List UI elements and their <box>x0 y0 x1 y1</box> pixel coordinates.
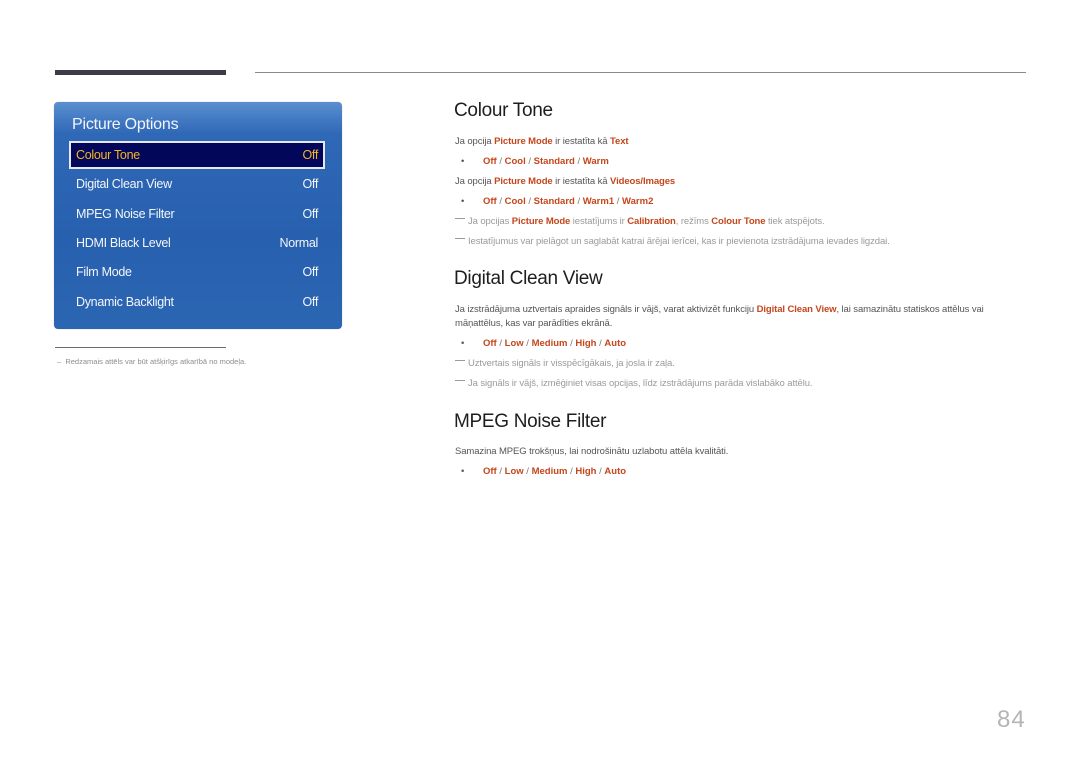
digital-clean-view-description: Ja izstrādājuma uztvertais apraides sign… <box>455 304 984 315</box>
menu-item-mpeg-noise-filter[interactable]: MPEG Noise Filter Off <box>70 201 324 227</box>
footnote-divider <box>55 347 226 348</box>
menu-item-value: Off <box>302 148 318 162</box>
header-rule-thin <box>255 72 1026 73</box>
digital-clean-view-note-signal: Uztvertais signāls ir visspēcīgākais, ja… <box>455 358 675 369</box>
page-number: 84 <box>997 706 1026 733</box>
menu-item-value: Normal <box>279 236 319 250</box>
menu-item-label: Digital Clean View <box>76 177 172 191</box>
section-title-colour-tone: Colour Tone <box>454 100 553 121</box>
digital-clean-view-options: • Off / Low / Medium / High / Auto <box>461 338 627 349</box>
menu-item-value: Off <box>302 295 318 309</box>
section-title-digital-clean-view: Digital Clean View <box>454 268 603 289</box>
colour-tone-text-mode-line: Ja opcija Picture Mode ir iestatīta kā T… <box>455 136 629 147</box>
menu-item-dynamic-backlight[interactable]: Dynamic Backlight Off <box>70 289 324 315</box>
digital-clean-view-note-weak: Ja signāls ir vājš, izmēģiniet visas opc… <box>455 378 813 389</box>
menu-item-hdmi-black-level[interactable]: HDMI Black Level Normal <box>70 230 324 256</box>
colour-tone-note-devices: Iestatījumus var pielāgot un saglabāt ka… <box>455 236 890 247</box>
menu-item-label: Colour Tone <box>76 148 140 162</box>
digital-clean-view-description-line2: māņattēlus, kas var parādīties ekrānā. <box>455 318 613 329</box>
menu-item-digital-clean-view[interactable]: Digital Clean View Off <box>70 171 324 197</box>
menu-item-value: Off <box>302 177 318 191</box>
colour-tone-options-video: • Off / Cool / Standard / Warm1 / Warm2 <box>461 196 654 207</box>
section-title-mpeg-noise-filter: MPEG Noise Filter <box>454 411 607 432</box>
colour-tone-note-calibration: Ja opcijas Picture Mode iestatījums ir C… <box>455 216 825 227</box>
colour-tone-options-text: • Off / Cool / Standard / Warm <box>461 156 609 167</box>
menu-title: Picture Options <box>72 116 179 133</box>
menu-item-value: Off <box>302 207 318 221</box>
colour-tone-video-mode-line: Ja opcija Picture Mode ir iestatīta kā V… <box>455 176 676 187</box>
footnote: – Redzamais attēls var būt atšķirīgs atk… <box>57 357 247 366</box>
menu-item-label: Dynamic Backlight <box>76 295 174 309</box>
header-rule-thick <box>55 70 226 75</box>
menu-item-value: Off <box>302 265 318 279</box>
menu-item-label: MPEG Noise Filter <box>76 207 175 221</box>
menu-item-film-mode[interactable]: Film Mode Off <box>70 259 324 285</box>
mpeg-noise-filter-description: Samazina MPEG trokšņus, lai nodrošinātu … <box>455 446 729 457</box>
menu-item-label: Film Mode <box>76 265 132 279</box>
menu-item-label: HDMI Black Level <box>76 236 171 250</box>
mpeg-noise-filter-options: • Off / Low / Medium / High / Auto <box>461 466 627 477</box>
picture-options-menu: Picture Options Colour Tone Off Digital … <box>54 102 342 329</box>
menu-item-colour-tone[interactable]: Colour Tone Off <box>69 141 325 169</box>
